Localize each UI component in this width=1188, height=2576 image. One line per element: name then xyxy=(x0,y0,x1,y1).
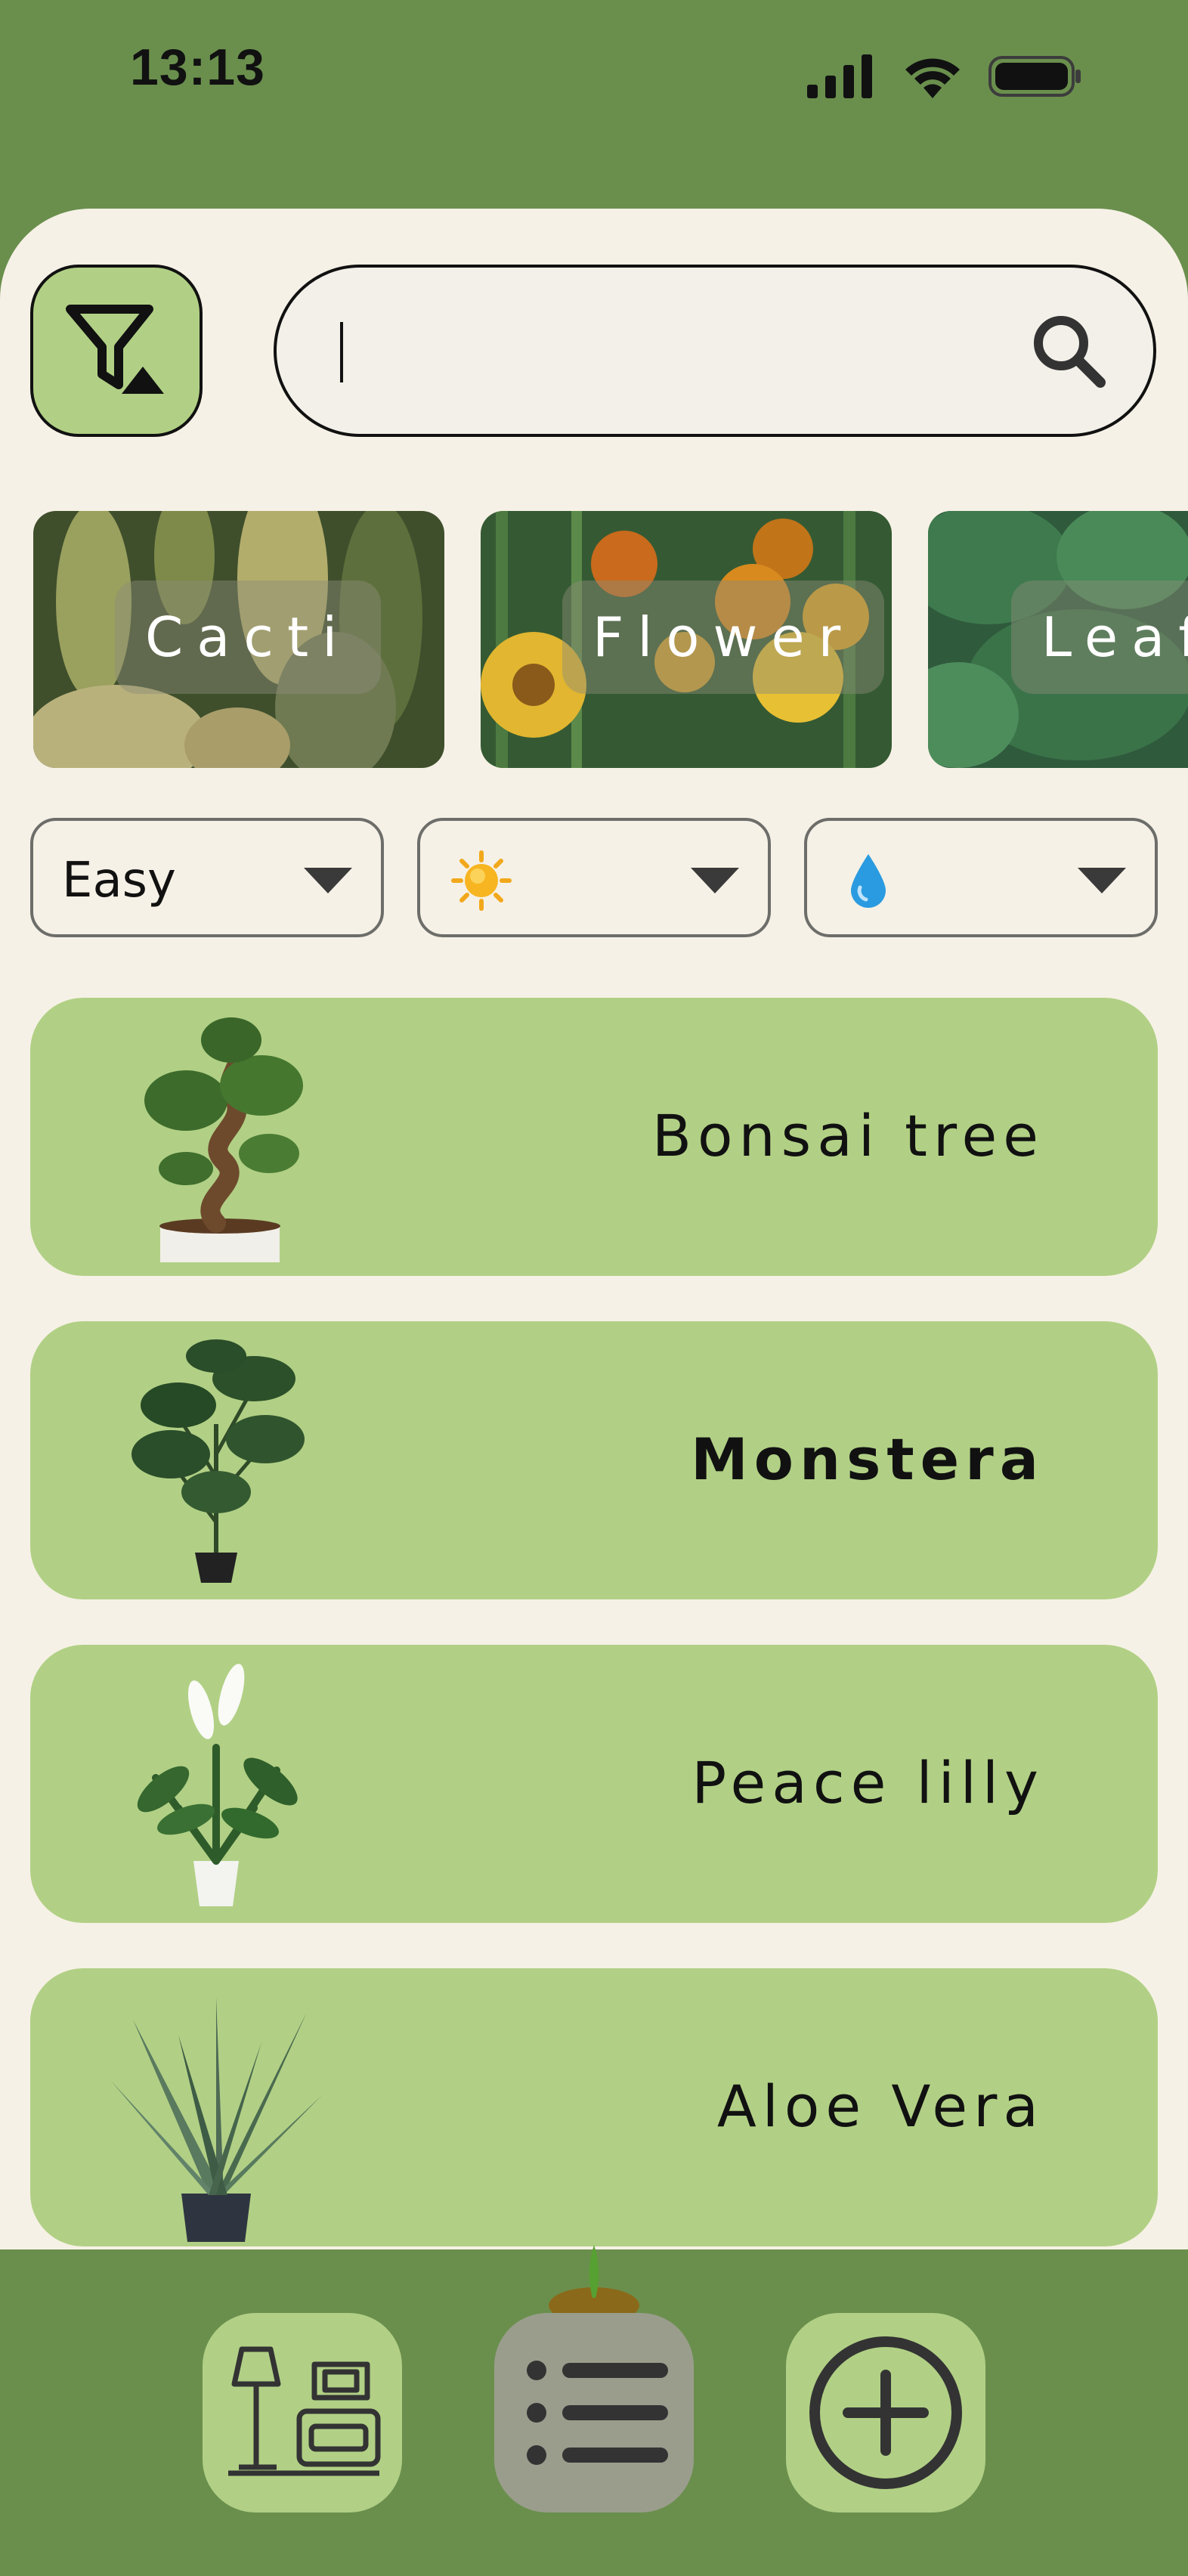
filter-icon xyxy=(66,305,164,394)
bottom-navigation xyxy=(0,2245,1188,2576)
status-time: 13:13 xyxy=(130,39,265,96)
peace-lily-image xyxy=(137,1664,298,1906)
difficulty-value: Easy xyxy=(62,853,176,909)
aloe-vera-image xyxy=(110,1997,322,2242)
plant-card[interactable]: Monstera xyxy=(30,1321,1158,1599)
search-bar[interactable] xyxy=(274,265,1156,437)
plant-card[interactable]: Peace lilly xyxy=(30,1645,1158,1923)
chevron-down-icon xyxy=(1078,868,1126,893)
category-card-cacti[interactable]: Cacti xyxy=(33,511,444,768)
bonsai-image xyxy=(144,1017,303,1262)
category-label: Cacti xyxy=(115,581,382,694)
nav-list-button[interactable] xyxy=(494,2313,694,2513)
status-icons xyxy=(807,54,1082,98)
living-room-icon xyxy=(228,2346,381,2476)
plant-card[interactable]: Aloe Vera xyxy=(30,1968,1158,2246)
water-dropdown[interactable] xyxy=(804,818,1158,937)
category-label: Flower xyxy=(562,581,885,694)
search-icon[interactable] xyxy=(1028,310,1111,393)
nav-add-button[interactable] xyxy=(786,2313,985,2513)
sun-icon xyxy=(451,850,512,911)
light-dropdown[interactable] xyxy=(417,818,771,937)
category-label: Leaf xyxy=(1011,581,1188,694)
plant-name: Aloe Vera xyxy=(716,2073,1044,2140)
filter-button[interactable] xyxy=(30,265,203,437)
sprout-icon xyxy=(549,2245,639,2313)
water-drop-icon xyxy=(851,854,886,908)
plant-name: Peace lilly xyxy=(691,1749,1044,1816)
monstera-image xyxy=(131,1339,305,1583)
plant-name: Monstera xyxy=(691,1426,1044,1493)
chevron-down-icon xyxy=(691,868,739,893)
add-circle-icon xyxy=(809,2336,962,2489)
category-card-flower[interactable]: Flower xyxy=(481,511,892,768)
search-input[interactable] xyxy=(337,298,1020,405)
nav-living-room-button[interactable] xyxy=(203,2313,402,2513)
wifi-icon xyxy=(905,58,960,98)
signal-icon xyxy=(807,54,872,98)
chevron-down-icon xyxy=(304,868,352,893)
plant-card[interactable]: Bonsai tree xyxy=(30,998,1158,1276)
status-bar: 13:13 xyxy=(0,0,1188,151)
plant-name: Bonsai tree xyxy=(651,1102,1044,1169)
category-card-leaf[interactable]: Leaf xyxy=(928,511,1188,768)
text-caret xyxy=(340,322,343,382)
difficulty-dropdown[interactable]: Easy xyxy=(30,818,384,937)
list-icon xyxy=(527,2361,668,2465)
battery-icon xyxy=(988,56,1081,97)
